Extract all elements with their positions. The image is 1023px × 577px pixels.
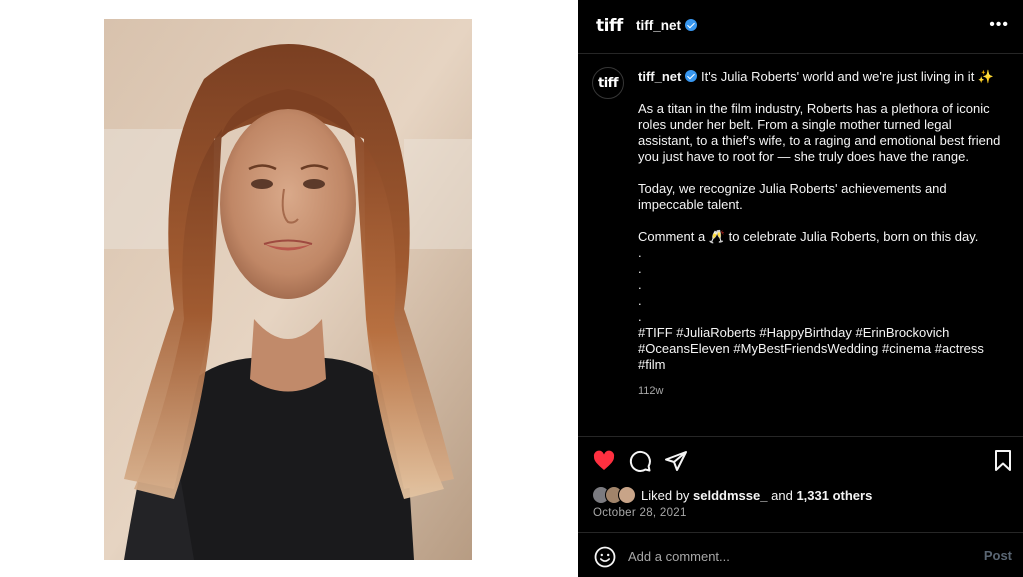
caption-paragraph: Comment a 🥂 to celebrate Julia Roberts, … bbox=[638, 229, 979, 244]
caption-dot: . bbox=[638, 309, 642, 324]
portrait-image bbox=[104, 19, 472, 560]
caption: tiff_net It's Julia Roberts' world and w… bbox=[638, 69, 1008, 399]
caption-dot: . bbox=[638, 245, 642, 260]
comment-icon[interactable] bbox=[628, 449, 652, 478]
comment-input[interactable] bbox=[628, 545, 958, 567]
emoji-icon[interactable] bbox=[594, 546, 616, 573]
caption-paragraph: As a titan in the film industry, Roberts… bbox=[638, 101, 1001, 164]
verified-badge-icon bbox=[685, 70, 698, 82]
likes-summary: Liked by selddmsse_ and 1,331 others bbox=[592, 486, 872, 504]
liker-avatars[interactable] bbox=[592, 486, 638, 504]
avatar[interactable]: tiff bbox=[592, 67, 624, 99]
post-date[interactable]: October 28, 2021 bbox=[593, 507, 687, 519]
post-header: tiff tiff_net ••• bbox=[578, 0, 1023, 54]
bookmark-icon[interactable] bbox=[992, 449, 1014, 478]
post-button[interactable]: Post bbox=[984, 548, 1012, 563]
post-sidebar: tiff tiff_net ••• tiff tiff_net It's Jul… bbox=[578, 0, 1023, 577]
likes-count-link[interactable]: 1,331 others bbox=[796, 488, 872, 503]
share-icon[interactable] bbox=[664, 449, 688, 478]
photo-panel bbox=[0, 0, 578, 577]
account-logo[interactable]: tiff bbox=[596, 16, 623, 36]
avatar bbox=[618, 486, 636, 504]
caption-username[interactable]: tiff_net bbox=[638, 69, 681, 84]
more-options-icon[interactable]: ••• bbox=[989, 16, 1009, 34]
caption-hashtags[interactable]: #TIFF #JuliaRoberts #HappyBirthday #Erin… bbox=[638, 325, 1008, 373]
liker-username[interactable]: selddmsse_ bbox=[693, 488, 767, 503]
verified-badge-icon bbox=[685, 19, 697, 31]
likes-prefix: Liked by bbox=[641, 487, 690, 503]
header-username[interactable]: tiff_net bbox=[636, 18, 697, 33]
heart-icon[interactable] bbox=[592, 449, 616, 478]
caption-paragraph: Today, we recognize Julia Roberts' achie… bbox=[638, 181, 947, 212]
post-timestamp[interactable]: 112w bbox=[638, 383, 1008, 399]
action-bar bbox=[578, 445, 1023, 475]
caption-area: tiff tiff_net It's Julia Roberts' world … bbox=[578, 54, 1023, 437]
caption-dot: . bbox=[638, 261, 642, 276]
comment-bar: Post bbox=[578, 532, 1023, 577]
caption-dot: . bbox=[638, 277, 642, 292]
likes-and: and bbox=[771, 487, 793, 503]
post-photo bbox=[104, 19, 472, 560]
username-link[interactable]: tiff_net bbox=[636, 18, 681, 33]
caption-headline: It's Julia Roberts' world and we're just… bbox=[700, 69, 995, 84]
caption-dot: . bbox=[638, 293, 642, 308]
